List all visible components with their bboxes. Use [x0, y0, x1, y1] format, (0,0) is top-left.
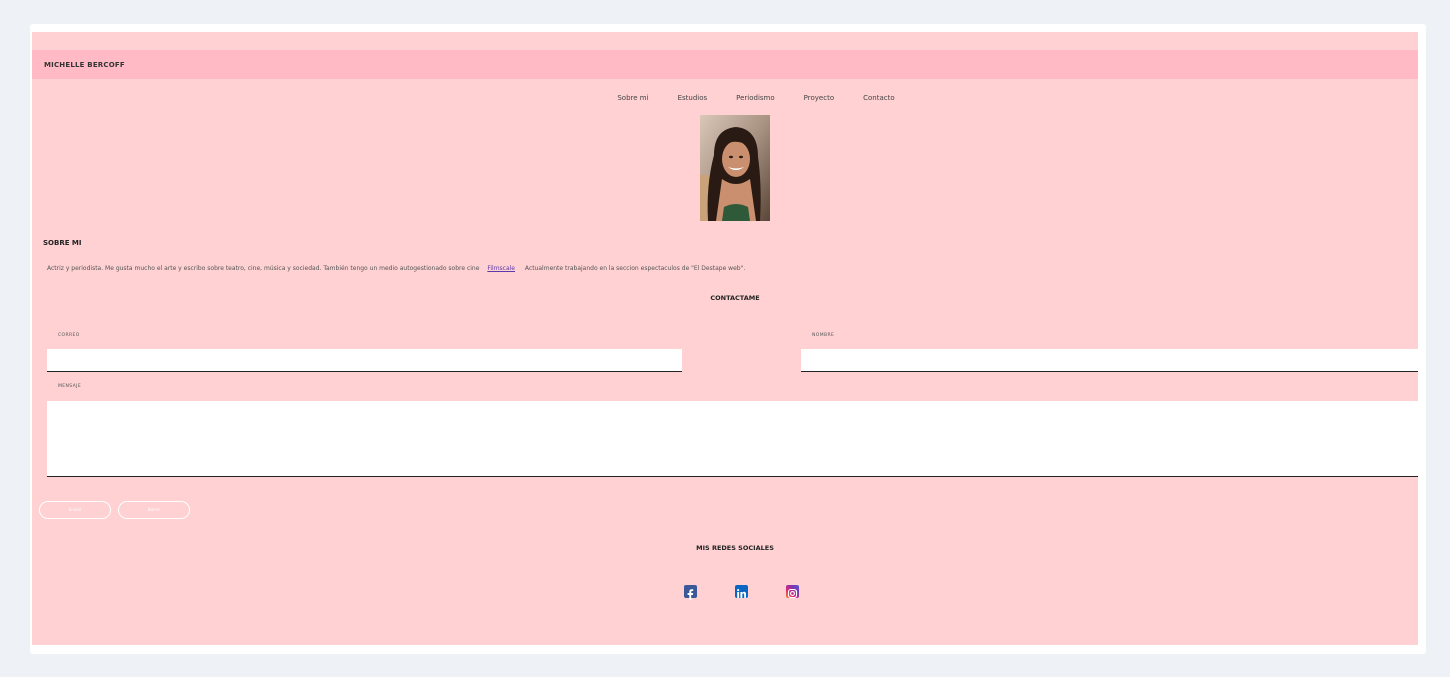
site-brand: MICHELLE BERCOFF [44, 61, 125, 69]
header-bar: MICHELLE BERCOFF [32, 50, 1418, 79]
linkedin-icon[interactable] [735, 585, 748, 598]
profile-photo-image [700, 115, 770, 221]
nav-proyecto[interactable]: Proyecto [804, 94, 834, 102]
contact-heading: CONTACTAME [710, 294, 760, 302]
nav-periodismo[interactable]: Periodismo [736, 94, 775, 102]
about-text: Actriz y periodista. Me gusta mucho el a… [47, 265, 745, 272]
email-field[interactable] [47, 349, 682, 372]
instagram-glyph [787, 588, 798, 599]
email-label: CORREO [58, 333, 80, 338]
instagram-icon[interactable] [786, 585, 799, 599]
facebook-icon[interactable] [684, 585, 697, 600]
nav-contacto[interactable]: Contacto [863, 94, 895, 102]
facebook-glyph [687, 589, 694, 600]
name-field[interactable] [801, 349, 1418, 372]
social-heading: MIS REDES SOCIALES [696, 544, 774, 552]
submit-button[interactable]: Enviar [39, 501, 111, 519]
main-nav: Sobre mi Estudios Periodismo Proyecto Co… [32, 94, 1418, 102]
about-text-part-1: Actriz y periodista. Me gusta mucho el a… [47, 265, 480, 272]
message-label: MENSAJE [58, 384, 82, 389]
profile-photo [700, 115, 770, 221]
message-field[interactable] [47, 401, 1418, 477]
site-page: MICHELLE BERCOFF Sobre mi Estudios Perio… [32, 32, 1418, 645]
nav-estudios[interactable]: Estudios [678, 94, 708, 102]
name-label: NOMBRE [812, 333, 835, 338]
about-text-part-2: Actualmente trabajando en la seccion esp… [524, 265, 746, 272]
nav-sobre-mi[interactable]: Sobre mi [617, 94, 648, 102]
reset-button[interactable]: Borrar [118, 501, 190, 519]
about-heading: SOBRE MI [43, 239, 82, 247]
linkedin-glyph [737, 589, 746, 598]
filmscale-link[interactable]: Filmscale [487, 265, 515, 272]
